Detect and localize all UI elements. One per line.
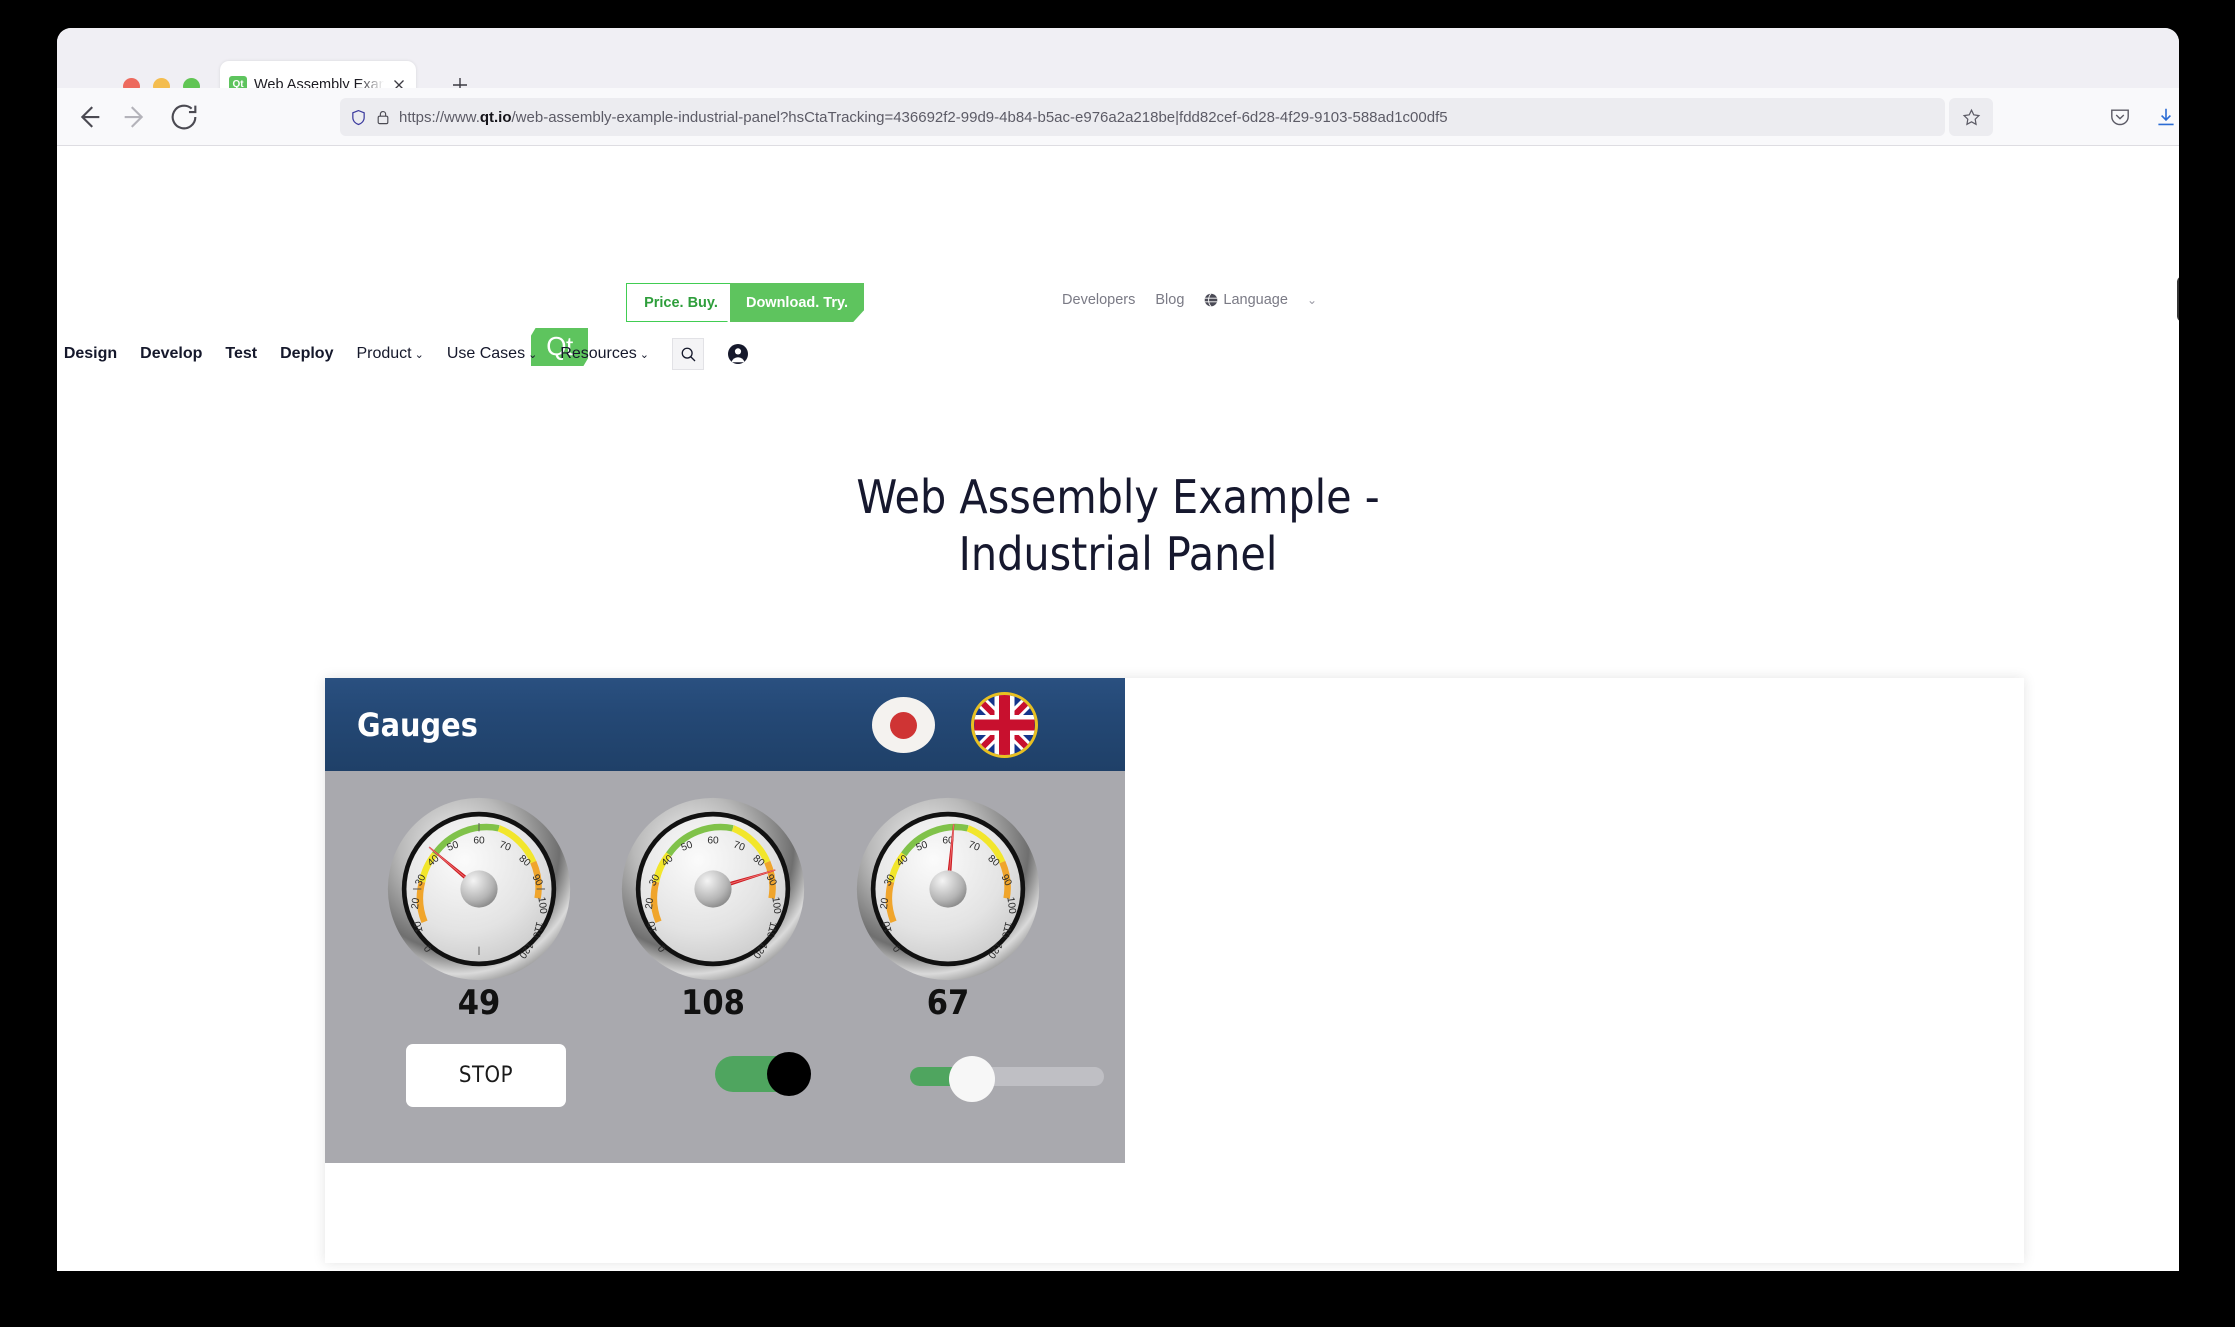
utility-nav: Developers Blog Language ⌄ <box>1062 292 1317 308</box>
gauge-2-value: 108 <box>681 983 745 1023</box>
union-jack-icon <box>974 695 1035 755</box>
globe-icon <box>1205 293 1218 307</box>
chevron-down-icon: ⌄ <box>639 349 649 361</box>
flag-japan-button[interactable] <box>872 697 935 753</box>
browser-window: Qt Web Assembly Example - Indust <box>57 28 2179 1271</box>
main-nav-product-label: Product <box>356 345 412 362</box>
main-nav: Design Develop Test Deploy Product ⌄ Use … <box>64 338 749 370</box>
svg-text:100: 100 <box>535 896 548 915</box>
main-nav-design[interactable]: Design <box>64 345 117 363</box>
gauge-2: 0 10 20 30 40 50 60 70 80 90 100 110 120 <box>621 797 805 981</box>
utility-nav-blog[interactable]: Blog <box>1155 292 1184 308</box>
stop-button[interactable]: STOP <box>406 1044 566 1107</box>
page-title-line-1: Web Assembly Example - <box>856 470 1380 524</box>
gauge-3: 0 10 20 30 40 50 60 70 80 90 100 110 120 <box>856 797 1040 981</box>
main-nav-use-cases[interactable]: Use Cases ⌄ <box>447 345 537 363</box>
gauge-1-value: 49 <box>457 983 501 1023</box>
main-nav-product[interactable]: Product ⌄ <box>356 345 423 363</box>
main-nav-develop[interactable]: Develop <box>140 345 202 363</box>
url-text: https://www.qt.io/web-assembly-example-i… <box>399 108 1448 126</box>
japan-flag-disc <box>890 711 917 739</box>
page-title-line-2: Industrial Panel <box>958 527 1278 581</box>
wasm-canvas[interactable]: Gauges 0 10 20 30 40 50 60 70 80 90 100 … <box>325 678 2024 1263</box>
back-arrow-icon[interactable] <box>71 100 105 134</box>
svg-text:20: 20 <box>879 897 891 910</box>
padlock-icon <box>377 110 389 124</box>
tab-strip: Qt Web Assembly Example - Indust <box>57 28 2179 108</box>
language-label: Language <box>1223 292 1288 308</box>
svg-text:20: 20 <box>644 897 656 910</box>
download-arrow-icon[interactable] <box>2155 106 2177 128</box>
panel-title: Gauges <box>357 705 478 744</box>
chevron-down-icon: ⌄ <box>528 349 538 361</box>
svg-text:20: 20 <box>410 897 422 910</box>
search-icon[interactable] <box>672 338 704 370</box>
svg-text:60: 60 <box>473 835 485 846</box>
panel-header: Gauges <box>325 678 1125 771</box>
star-icon[interactable] <box>1949 98 1993 136</box>
svg-text:60: 60 <box>707 835 719 846</box>
page-viewport: Qt Developers Blog Language ⌄ Price. Buy… <box>57 146 2179 1271</box>
chevron-down-icon: ⌄ <box>1306 293 1317 307</box>
main-nav-resources-label: Resources <box>560 345 637 362</box>
forward-arrow-icon[interactable] <box>119 100 153 134</box>
slider-knob[interactable] <box>949 1056 995 1102</box>
download-try-button[interactable]: Download. Try. <box>730 283 864 322</box>
main-nav-resources[interactable]: Resources ⌄ <box>560 345 649 363</box>
gauge-1: 0 10 20 30 40 50 60 70 80 90 100 110 120 <box>387 797 571 981</box>
main-nav-test[interactable]: Test <box>225 345 257 363</box>
industrial-panel: Gauges 0 10 20 30 40 50 60 70 80 90 100 … <box>325 678 1125 1163</box>
page-title: Web Assembly Example - Industrial Panel <box>57 469 2179 583</box>
reload-icon[interactable] <box>167 100 201 134</box>
flag-uk-button[interactable] <box>971 692 1038 758</box>
tracking-protection-shield-icon[interactable] <box>350 109 367 126</box>
account-avatar-icon[interactable] <box>727 343 749 365</box>
gauge-3-value: 67 <box>926 983 970 1023</box>
power-toggle[interactable] <box>715 1052 811 1096</box>
main-nav-deploy[interactable]: Deploy <box>280 345 333 363</box>
svg-text:100: 100 <box>1004 896 1017 915</box>
price-buy-button[interactable]: Price. Buy. <box>626 283 736 322</box>
pocket-icon[interactable] <box>2109 106 2131 128</box>
navigation-toolbar: https://www.qt.io/web-assembly-example-i… <box>57 88 2179 146</box>
toggle-knob[interactable] <box>767 1052 811 1096</box>
hubspot-badge[interactable] <box>2177 276 2179 322</box>
level-slider[interactable] <box>910 1056 1104 1102</box>
chevron-down-icon: ⌄ <box>414 349 424 361</box>
main-nav-use-cases-label: Use Cases <box>446 345 526 362</box>
svg-text:100: 100 <box>769 896 782 915</box>
language-selector[interactable]: Language ⌄ <box>1204 292 1317 308</box>
utility-nav-developers[interactable]: Developers <box>1062 292 1135 308</box>
url-bar[interactable]: https://www.qt.io/web-assembly-example-i… <box>340 98 1945 136</box>
